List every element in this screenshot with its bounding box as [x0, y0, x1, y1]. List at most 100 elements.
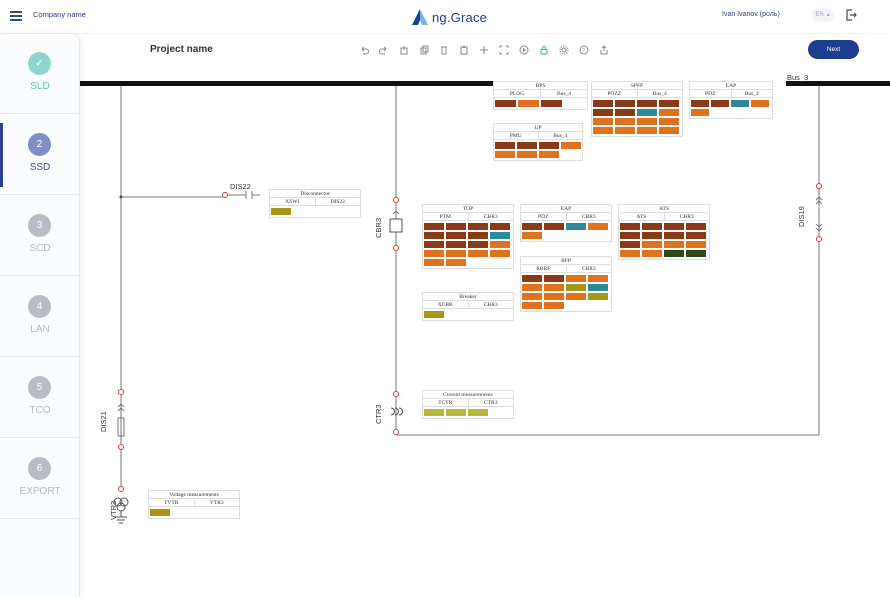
next-button[interactable]: Next — [808, 40, 859, 59]
data-object-chip[interactable] — [620, 250, 640, 257]
redo-icon[interactable] — [377, 44, 391, 56]
connection-node[interactable] — [118, 444, 124, 450]
diagram-canvas[interactable]: Bus_3 DIS22 DIS21 VTR3 CBR3 CTR3 DIS19 B… — [80, 62, 890, 597]
data-object-chip[interactable] — [518, 100, 539, 107]
data-object-chip[interactable] — [424, 409, 444, 416]
data-object-chip[interactable] — [424, 250, 444, 257]
copy-icon[interactable] — [417, 44, 431, 56]
move-icon[interactable] — [477, 44, 491, 56]
data-object-chip[interactable] — [686, 250, 706, 257]
connection-node[interactable] — [118, 389, 124, 395]
logical-node-breaker[interactable]: Breaker XCBR CBR3 — [422, 292, 514, 321]
connection-node[interactable] — [393, 391, 399, 397]
logical-node-disconnector[interactable]: Disconnector XSWI DIS22 — [269, 189, 361, 218]
data-object-chip[interactable] — [588, 223, 608, 230]
step-tco[interactable]: 5 TCO — [0, 358, 80, 438]
data-object-chip[interactable] — [468, 232, 488, 239]
data-object-chip[interactable] — [566, 284, 586, 291]
connection-node[interactable] — [222, 192, 228, 198]
data-object-chip[interactable] — [522, 302, 542, 309]
data-object-chip[interactable] — [588, 284, 608, 291]
data-object-chip[interactable] — [544, 284, 564, 291]
data-object-chip[interactable] — [686, 232, 706, 239]
share-icon[interactable] — [597, 44, 611, 56]
data-object-chip[interactable] — [522, 284, 542, 291]
data-object-chip[interactable] — [541, 100, 562, 107]
data-object-chip[interactable] — [642, 250, 662, 257]
data-object-chip[interactable] — [522, 275, 542, 282]
data-object-chip[interactable] — [615, 127, 635, 134]
data-object-chip[interactable] — [544, 302, 564, 309]
step-lan[interactable]: 4 LAN — [0, 277, 80, 357]
data-object-chip[interactable] — [468, 223, 488, 230]
data-object-chip[interactable] — [615, 100, 635, 107]
data-object-chip[interactable] — [424, 311, 444, 318]
data-object-chip[interactable] — [686, 241, 706, 248]
settings-icon[interactable] — [557, 44, 571, 56]
data-object-chip[interactable] — [490, 232, 510, 239]
connection-node[interactable] — [118, 486, 124, 492]
data-object-chip[interactable] — [495, 100, 516, 107]
data-object-chip[interactable] — [620, 241, 640, 248]
data-object-chip[interactable] — [664, 241, 684, 248]
data-object-chip[interactable] — [566, 293, 586, 300]
data-object-chip[interactable] — [446, 250, 466, 257]
data-object-chip[interactable] — [691, 100, 709, 107]
export-icon[interactable] — [397, 44, 411, 56]
undo-icon[interactable] — [357, 44, 371, 56]
play-icon[interactable] — [517, 44, 531, 56]
data-object-chip[interactable] — [711, 100, 729, 107]
data-object-chip[interactable] — [517, 151, 537, 158]
data-object-chip[interactable] — [642, 241, 662, 248]
data-object-chip[interactable] — [637, 127, 657, 134]
data-object-chip[interactable] — [271, 208, 291, 215]
data-object-chip[interactable] — [620, 223, 640, 230]
logical-node-ats[interactable]: ATS ATS CBR3 — [618, 204, 710, 260]
data-object-chip[interactable] — [539, 142, 559, 149]
data-object-chip[interactable] — [522, 223, 542, 230]
step-export[interactable]: 6 EXPORT — [0, 439, 80, 519]
language-select[interactable]: EN ▲ — [812, 8, 834, 22]
paste-icon[interactable] — [457, 44, 471, 56]
main-bus[interactable] — [80, 81, 493, 86]
data-object-chip[interactable] — [642, 232, 662, 239]
help-icon[interactable]: ? — [577, 44, 591, 56]
data-object-chip[interactable] — [566, 275, 586, 282]
cbr3-breaker[interactable] — [389, 218, 403, 233]
data-object-chip[interactable] — [150, 509, 170, 516]
data-object-chip[interactable] — [490, 223, 510, 230]
data-object-chip[interactable] — [588, 293, 608, 300]
data-object-chip[interactable] — [659, 127, 679, 134]
data-object-chip[interactable] — [637, 100, 657, 107]
step-scd[interactable]: 3 SCD — [0, 196, 80, 276]
data-object-chip[interactable] — [544, 275, 564, 282]
data-object-chip[interactable] — [659, 118, 679, 125]
data-object-chip[interactable] — [615, 109, 635, 116]
connection-node[interactable] — [393, 429, 399, 435]
data-object-chip[interactable] — [566, 223, 586, 230]
connection-node[interactable] — [393, 245, 399, 251]
data-object-chip[interactable] — [490, 241, 510, 248]
data-object-chip[interactable] — [615, 118, 635, 125]
data-object-chip[interactable] — [424, 223, 444, 230]
step-sld[interactable]: ✓ SLD — [0, 34, 80, 114]
data-object-chip[interactable] — [468, 250, 488, 257]
data-object-chip[interactable] — [424, 241, 444, 248]
data-object-chip[interactable] — [561, 142, 581, 149]
logical-node-top[interactable]: TOP PTM CBR3 — [422, 204, 514, 269]
data-object-chip[interactable] — [588, 275, 608, 282]
logical-node-eap1[interactable]: EAP PDZ Bus_4 — [689, 81, 773, 119]
data-object-chip[interactable] — [731, 100, 749, 107]
connection-node[interactable] — [816, 236, 822, 242]
company-name[interactable]: Company name — [33, 10, 86, 19]
logout-icon[interactable] — [845, 9, 857, 21]
logical-node-voltage[interactable]: Voltage measurements TVTR VTR3 — [148, 490, 240, 519]
step-ssd[interactable]: 2 SSD — [0, 115, 80, 195]
logical-node-bfp[interactable]: BFP RBRF CBR3 — [520, 256, 612, 312]
logical-node-current[interactable]: Current measurements TCTR CTR3 — [422, 390, 514, 419]
logical-node-up[interactable]: UP PMU Bus_4 — [493, 123, 583, 161]
data-object-chip[interactable] — [495, 151, 515, 158]
data-object-chip[interactable] — [446, 409, 466, 416]
lock-icon[interactable] — [537, 44, 551, 56]
data-object-chip[interactable] — [664, 250, 684, 257]
